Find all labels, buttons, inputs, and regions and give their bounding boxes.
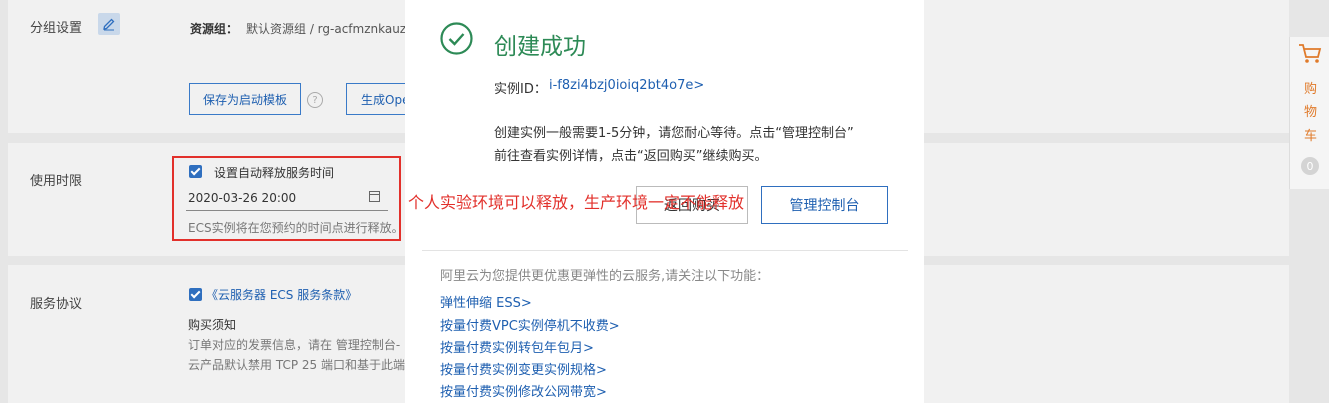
terms-checkbox[interactable] — [189, 288, 202, 301]
shopping-cart-sidebar[interactable]: 购 物 车 0 — [1289, 37, 1329, 189]
help-icon[interactable]: ? — [307, 92, 323, 108]
notice-line-2: 云产品默认禁用 TCP 25 端口和基于此端 — [188, 358, 405, 372]
cart-label-char-1: 购 — [1304, 82, 1318, 97]
instance-id-link[interactable]: i-f8zi4bzj0ioiq2bt4o7e> — [549, 78, 704, 93]
success-check-icon — [440, 22, 473, 55]
annotation-text: 个人实验环境可以释放，生产环境一定不能释放 — [408, 193, 745, 212]
feature-link-convert-subscription[interactable]: 按量付费实例转包年包月> — [440, 337, 594, 356]
dialog-description-line-1: 创建实例一般需要1-5分钟，请您耐心等待。点击“管理控制台” — [494, 126, 854, 141]
dialog-description-line-2: 前往查看实例详情，点击“返回购买”继续购买。 — [494, 149, 768, 164]
annotation-highlight-box — [172, 156, 401, 241]
management-console-button[interactable]: 管理控制台 — [761, 186, 888, 224]
resource-group-value: 默认资源组 / rg-acfmznkauz5 — [246, 22, 414, 36]
purchase-notice-title: 购买须知 — [188, 318, 237, 332]
dialog-title: 创建成功 — [494, 34, 586, 60]
service-agreement-label: 服务协议 — [30, 297, 83, 312]
generate-openapi-button[interactable]: 生成Ope — [346, 83, 406, 115]
cart-label-char-2: 物 — [1304, 105, 1318, 120]
group-settings-label: 分组设置 — [30, 21, 83, 36]
cart-count-badge: 0 — [1301, 157, 1319, 175]
feature-link-change-spec[interactable]: 按量付费实例变更实例规格> — [440, 359, 607, 378]
edit-pencil-icon[interactable] — [98, 13, 120, 35]
instance-id-label: 实例ID： — [494, 82, 547, 97]
usage-period-label: 使用时限 — [30, 174, 83, 189]
resource-group-label: 资源组： — [190, 22, 239, 36]
dialog-divider — [422, 250, 908, 251]
notice-line-1: 订单对应的发票信息，请在 管理控制台- — [188, 338, 401, 352]
promo-text: 阿里云为您提供更优惠更弹性的云服务,请关注以下功能： — [440, 269, 770, 284]
feature-link-ess[interactable]: 弹性伸缩 ESS> — [440, 292, 532, 311]
terms-link[interactable]: 《云服务器 ECS 服务条款》 — [206, 286, 357, 303]
cart-label-char-3: 车 — [1304, 129, 1318, 144]
cart-icon — [1299, 44, 1322, 63]
feature-link-change-bandwidth[interactable]: 按量付费实例修改公网带宽> — [440, 381, 607, 400]
feature-link-vpc-stop-free[interactable]: 按量付费VPC实例停机不收费> — [440, 315, 620, 334]
save-launch-template-button[interactable]: 保存为启动模板 — [189, 83, 301, 115]
